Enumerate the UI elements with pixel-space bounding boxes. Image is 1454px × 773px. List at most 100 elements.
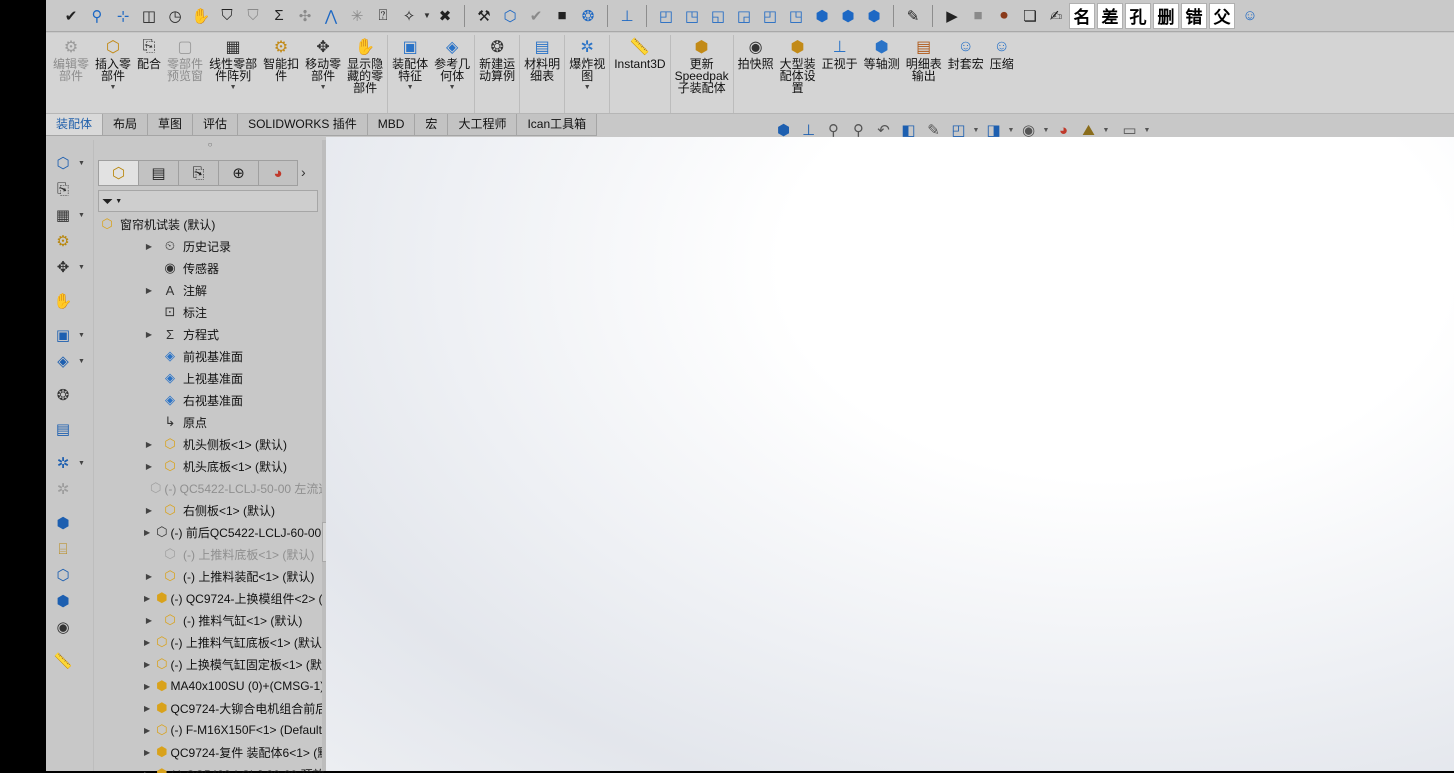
sigma-icon[interactable]: Σ: [266, 3, 292, 29]
chevron-down-icon[interactable]: ▼: [78, 264, 85, 271]
chevron-down-icon[interactable]: ▼: [1101, 127, 1111, 134]
axis-icon[interactable]: ⊹: [110, 3, 136, 29]
tab-2[interactable]: 草图: [148, 114, 193, 136]
tab-0[interactable]: 装配体: [46, 114, 103, 136]
macro-char-3[interactable]: 孔: [1125, 3, 1151, 29]
brush-icon[interactable]: ✎: [900, 3, 926, 29]
normal-to-button[interactable]: ⊥正视于: [819, 33, 861, 113]
assembly-feature-tool[interactable]: ▣▼: [52, 324, 88, 346]
tree-item[interactable]: ▶⬢(-) QC5422-LCLJ-30-00 預放置: [95, 763, 325, 773]
tree-item[interactable]: ▶⬡(-) 前后QC5422-LCLJ-60-00 右流: [95, 521, 325, 543]
component-icon-tool[interactable]: ⬢: [52, 590, 88, 612]
assembly-feature-button[interactable]: ▣装配体 特征▼: [389, 33, 431, 113]
tree-item[interactable]: ▶Σ方程式: [95, 323, 325, 345]
user-icon[interactable]: ☺: [1237, 3, 1263, 29]
tree-item[interactable]: ◈前视基准面: [95, 345, 325, 367]
tree-item[interactable]: ▶⬡(-) 上换模气缸固定板<1> (默认): [95, 653, 325, 675]
new-motion-study-button[interactable]: ❂新建运 动算例: [476, 33, 518, 113]
tab-1[interactable]: 布局: [103, 114, 148, 136]
expand-arrow-icon[interactable]: ▶: [144, 660, 150, 669]
tree-item[interactable]: ◈右视基准面: [95, 389, 325, 411]
instant3d-button[interactable]: 📏Instant3D: [611, 33, 668, 113]
motion-study-tool[interactable]: ❂: [52, 384, 88, 406]
featuremanager-tab-icon[interactable]: ⬡: [98, 160, 138, 186]
help-icon[interactable]: ⍰: [370, 3, 396, 29]
tree-item[interactable]: ⬡(-) 上推料底板<1> (默认): [95, 543, 325, 565]
expand-arrow-icon[interactable]: ▶: [144, 440, 154, 449]
expand-arrow-icon[interactable]: ▶: [144, 770, 150, 773]
tree-item[interactable]: ◈上视基准面: [95, 367, 325, 389]
shield-dim-icon[interactable]: ⛉: [240, 3, 266, 29]
tree-item[interactable]: ⊡标注: [95, 301, 325, 323]
expand-arrow-icon[interactable]: ▶: [144, 330, 154, 339]
zoom-icon[interactable]: ⚲: [84, 3, 110, 29]
chevron-down-icon[interactable]: ▼: [971, 127, 981, 134]
filter-field[interactable]: ⏷▼: [98, 190, 318, 212]
tab-5[interactable]: MBD: [368, 114, 416, 136]
expand-arrow-icon[interactable]: ▶: [144, 506, 154, 515]
chevron-down-icon[interactable]: ▼: [1142, 127, 1152, 134]
play-icon[interactable]: ▶: [939, 3, 965, 29]
tree-item[interactable]: ↳原点: [95, 411, 325, 433]
gauge-icon[interactable]: ◷: [162, 3, 188, 29]
view-right-icon[interactable]: ◲: [731, 3, 757, 29]
cube-wire-icon[interactable]: ⬡: [497, 3, 523, 29]
expand-arrow-icon[interactable]: ▶: [144, 616, 154, 625]
tab-4[interactable]: SOLIDWORKS 插件: [238, 114, 368, 136]
chevron-down-icon[interactable]: ▼: [78, 358, 85, 365]
expand-arrow-icon[interactable]: ▶: [144, 462, 154, 471]
tree-item[interactable]: ▶⬡(-) 上推料气缸底板<1> (默认): [95, 631, 325, 653]
edit-component-button[interactable]: ⚙编辑零 部件: [50, 33, 92, 113]
flag-icon[interactable]: ■: [549, 3, 575, 29]
tree-item[interactable]: ▶⬡右侧板<1> (默认): [95, 499, 325, 521]
hand-icon[interactable]: ✋: [188, 3, 214, 29]
tree-root[interactable]: ⬡窗帘机试装 (默认): [95, 213, 325, 235]
stop-icon[interactable]: ■: [965, 3, 991, 29]
instant3d-tool[interactable]: 📏: [52, 650, 88, 672]
asterisk-icon[interactable]: ✳: [344, 3, 370, 29]
chevron-down-icon[interactable]: ▼: [1006, 127, 1016, 134]
spell-check-icon[interactable]: ✔: [58, 3, 84, 29]
macro-edit-icon[interactable]: ✍: [1043, 3, 1069, 29]
mirror-icon[interactable]: ⋀: [318, 3, 344, 29]
tree-item[interactable]: ◉传感器: [95, 257, 325, 279]
tree-item[interactable]: ▶⬡(-) 推料气缸<1> (默认): [95, 609, 325, 631]
view-left-icon[interactable]: ◱: [705, 3, 731, 29]
bom-tool[interactable]: ▤: [52, 418, 88, 440]
view-iso-icon[interactable]: ⬢: [809, 3, 835, 29]
chevron-down-icon[interactable]: ▼: [78, 460, 85, 467]
explode-tool[interactable]: ✲▼: [52, 452, 88, 474]
magic-icon[interactable]: ✧: [396, 3, 422, 29]
tab-7[interactable]: 大工程师: [448, 114, 517, 136]
configurationmanager-tab-icon[interactable]: ⎘: [178, 160, 218, 186]
tools-icon[interactable]: ⚒: [471, 3, 497, 29]
chevron-right-icon[interactable]: ›: [301, 164, 306, 180]
linear-pattern-button[interactable]: ▦线性零部 件阵列▼: [206, 33, 260, 113]
expand-arrow-icon[interactable]: ▶: [144, 572, 154, 581]
displaymanager-tab-icon[interactable]: ◕: [258, 160, 298, 186]
view-back-icon[interactable]: ◳: [679, 3, 705, 29]
graphics-area[interactable]: [326, 137, 1454, 771]
show-hidden-button[interactable]: ✋显示隐 藏的零 部件: [344, 33, 386, 113]
large-assembly-tool[interactable]: ⬢: [52, 512, 88, 534]
move-component-button[interactable]: ✥移动零 部件▼: [302, 33, 344, 113]
envelope-tool[interactable]: ⬡: [52, 564, 88, 586]
chevron-down-icon[interactable]: ▼: [320, 84, 327, 91]
snapshot-button[interactable]: ◉拍快照: [735, 33, 777, 113]
view-trimetric-icon[interactable]: ⬢: [861, 3, 887, 29]
reference-geometry-button[interactable]: ◈参考几 何体▼: [431, 33, 473, 113]
exploded-view-button[interactable]: ✲爆炸视 图▼: [566, 33, 608, 113]
mate-button[interactable]: ⎘配合: [134, 33, 164, 113]
chevron-down-icon[interactable]: ▼: [78, 160, 85, 167]
isometric-button[interactable]: ⬢等轴测: [861, 33, 903, 113]
mate-tool[interactable]: ⎘: [52, 178, 88, 200]
view-top-icon[interactable]: ◰: [757, 3, 783, 29]
expand-arrow-icon[interactable]: ▶: [144, 242, 154, 251]
check-icon[interactable]: ✔: [523, 3, 549, 29]
delete-icon[interactable]: ✖: [432, 3, 458, 29]
macro-char-5[interactable]: 错: [1181, 3, 1207, 29]
chevron-down-icon[interactable]: ▼: [78, 332, 85, 339]
reference-geometry-tool[interactable]: ◈▼: [52, 350, 88, 372]
expand-arrow-icon[interactable]: ▶: [144, 528, 150, 537]
chevron-down-icon[interactable]: ▼: [584, 84, 591, 91]
